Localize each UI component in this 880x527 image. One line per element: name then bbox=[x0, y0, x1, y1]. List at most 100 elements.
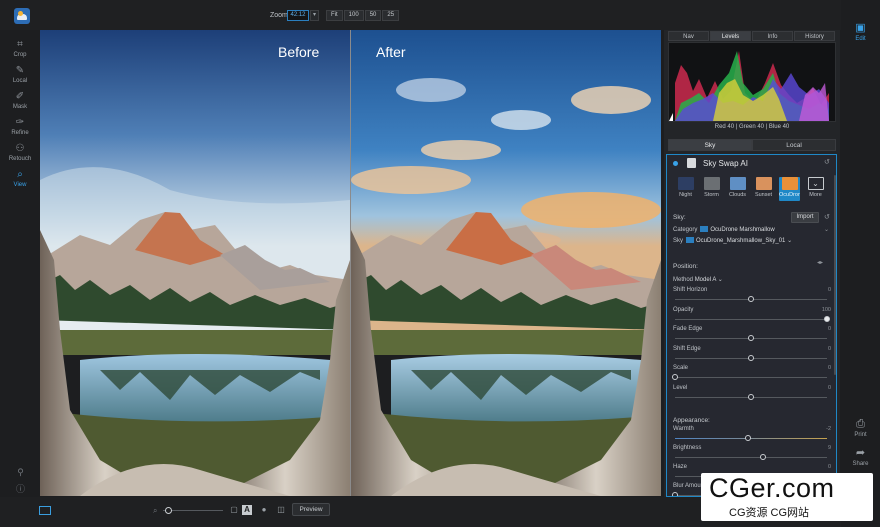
tool-retouch[interactable]: ⚇ Retouch bbox=[0, 144, 40, 168]
position-arrows-icon[interactable]: ◂▸ bbox=[817, 259, 823, 266]
tool-mask[interactable]: ✐ Mask bbox=[0, 92, 40, 116]
category-row[interactable]: Category OcuDrone Marshmallow bbox=[673, 226, 775, 233]
user-settings-icon[interactable]: ⚲ bbox=[16, 468, 25, 477]
preset-label: OcuDrone bbox=[779, 192, 800, 198]
tool-local-label: Local bbox=[12, 78, 28, 84]
slider-track[interactable] bbox=[675, 438, 827, 439]
slider-knob[interactable] bbox=[760, 454, 767, 460]
brush-size-knob[interactable] bbox=[165, 507, 172, 514]
slider-value[interactable]: 9 bbox=[817, 445, 831, 451]
slider-knob[interactable] bbox=[748, 296, 754, 302]
slider-value[interactable]: 0 bbox=[817, 365, 831, 371]
slider-knob[interactable] bbox=[672, 374, 678, 380]
tab-history[interactable]: History bbox=[794, 31, 835, 41]
tool-crop-label: Crop bbox=[13, 52, 27, 58]
print-button[interactable]: ⎙ Print bbox=[841, 418, 880, 438]
tool-local[interactable]: ✎ Local bbox=[0, 66, 40, 90]
sky-dropdown-icon[interactable]: ⌄ bbox=[787, 238, 792, 244]
tool-crop[interactable]: ⌗ Crop bbox=[0, 40, 40, 64]
edit-module-button[interactable]: ▣ Edit bbox=[841, 22, 880, 42]
slider-value[interactable]: 0 bbox=[817, 464, 831, 470]
module-header[interactable]: Sky Swap AI ↺ bbox=[667, 155, 836, 171]
tab-levels[interactable]: Levels bbox=[710, 31, 751, 41]
appearance-section-label: Appearance: bbox=[673, 417, 710, 424]
after-view: After bbox=[351, 30, 661, 496]
tool-view[interactable]: ⌕ View bbox=[0, 170, 40, 194]
slider-value[interactable]: 100 bbox=[817, 307, 831, 313]
before-view: Before bbox=[40, 30, 350, 496]
preset-storm-thumb bbox=[703, 177, 720, 190]
brush-size-track[interactable] bbox=[163, 510, 223, 511]
zoom-25-button[interactable]: 25 bbox=[382, 10, 400, 21]
watermark-subtitle: CG资源 CG网站 bbox=[729, 507, 810, 519]
mask-brush-icon: ✐ bbox=[15, 91, 25, 102]
slider-label: Opacity bbox=[673, 306, 694, 313]
view-zoom-icon: ⌕ bbox=[17, 169, 23, 180]
histogram-graph bbox=[669, 51, 829, 121]
slider-knob[interactable] bbox=[748, 354, 754, 361]
preview-button[interactable]: Preview bbox=[292, 503, 330, 516]
slider-track[interactable] bbox=[675, 457, 827, 458]
preset-label: Sunset bbox=[754, 192, 773, 198]
preset-night[interactable]: Night bbox=[675, 177, 696, 201]
preset-clouds[interactable]: Clouds bbox=[727, 177, 748, 201]
slider-knob[interactable] bbox=[744, 435, 751, 441]
slider-label: Shift Horizon bbox=[673, 287, 708, 293]
zoom-value-input[interactable]: 42.12 bbox=[287, 10, 309, 21]
method-dropdown-icon[interactable]: ⌄ bbox=[718, 277, 723, 283]
slider-value[interactable]: 0 bbox=[817, 326, 831, 332]
slider-track[interactable] bbox=[675, 318, 827, 320]
watermark-title: CGer.com bbox=[709, 473, 835, 503]
preset-label: Night bbox=[679, 192, 692, 198]
panel-scrollbar[interactable] bbox=[834, 175, 836, 375]
method-row[interactable]: Method Model A ⌄ bbox=[673, 276, 723, 283]
preset-storm[interactable]: Storm bbox=[701, 177, 722, 201]
zoom-50-button[interactable]: 50 bbox=[364, 10, 382, 21]
tab-nav[interactable]: Nav bbox=[668, 31, 709, 41]
preset-label: Storm bbox=[704, 192, 719, 198]
mask-circle-icon[interactable]: ● bbox=[259, 505, 269, 515]
sky-row[interactable]: Sky OcuDrone_Marshmallow_Sky_01 ⌄ bbox=[673, 237, 792, 244]
zoom-label: Zoom bbox=[270, 12, 288, 19]
preset-more[interactable]: ⌄ More bbox=[805, 177, 826, 201]
panel-top-tabs: Nav Levels Info History bbox=[668, 31, 836, 41]
tool-refine[interactable]: ✑ Refine bbox=[0, 118, 40, 142]
slider-value[interactable]: 0 bbox=[817, 385, 831, 391]
zoom-fit-button[interactable]: Fit bbox=[326, 10, 343, 21]
sky-reset-icon[interactable]: ↺ bbox=[824, 213, 830, 221]
preset-ocudrone[interactable]: OcuDrone bbox=[779, 177, 800, 201]
slider-label: Level bbox=[673, 384, 688, 391]
import-button[interactable]: Import bbox=[791, 212, 819, 223]
category-dropdown-icon[interactable]: ⌄ bbox=[824, 226, 829, 233]
preset-sunset-thumb bbox=[755, 177, 772, 190]
slider-knob[interactable] bbox=[672, 492, 678, 496]
slider-knob[interactable] bbox=[748, 335, 754, 341]
tab-sky[interactable]: Sky bbox=[668, 139, 752, 151]
preset-sunset[interactable]: Sunset bbox=[753, 177, 774, 201]
slider-track[interactable] bbox=[675, 377, 827, 378]
help-icon[interactable]: ⓘ bbox=[16, 485, 25, 494]
slider-value[interactable]: 0 bbox=[817, 287, 831, 293]
display-mode-icon[interactable] bbox=[39, 506, 51, 515]
slider-value[interactable]: 0 bbox=[817, 346, 831, 352]
tab-local[interactable]: Local bbox=[752, 139, 836, 151]
photo-canvas[interactable]: Before After bbox=[40, 30, 661, 496]
share-button[interactable]: ➦ Share bbox=[841, 447, 880, 467]
mask-overlay-icon[interactable]: ◫ bbox=[276, 505, 286, 515]
slider-knob[interactable] bbox=[748, 393, 754, 400]
app-logo-icon[interactable] bbox=[14, 8, 30, 24]
slider-label: Warmth bbox=[673, 426, 694, 432]
before-photo bbox=[40, 30, 350, 496]
tool-mask-label: Mask bbox=[12, 104, 28, 110]
module-enabled-dot[interactable] bbox=[673, 161, 678, 166]
after-label: After bbox=[376, 44, 406, 60]
zoom-100-button[interactable]: 100 bbox=[343, 10, 364, 21]
mask-square-icon[interactable]: ▢ bbox=[229, 505, 239, 515]
slider-value[interactable]: -2 bbox=[817, 426, 831, 432]
module-reset-icon[interactable]: ↺ bbox=[824, 158, 830, 166]
histogram bbox=[668, 42, 836, 122]
mask-a-icon[interactable]: A bbox=[242, 505, 252, 515]
tab-info[interactable]: Info bbox=[752, 31, 793, 41]
zoom-dropdown-icon[interactable]: ▾ bbox=[310, 10, 319, 21]
slider-knob[interactable] bbox=[824, 315, 830, 322]
